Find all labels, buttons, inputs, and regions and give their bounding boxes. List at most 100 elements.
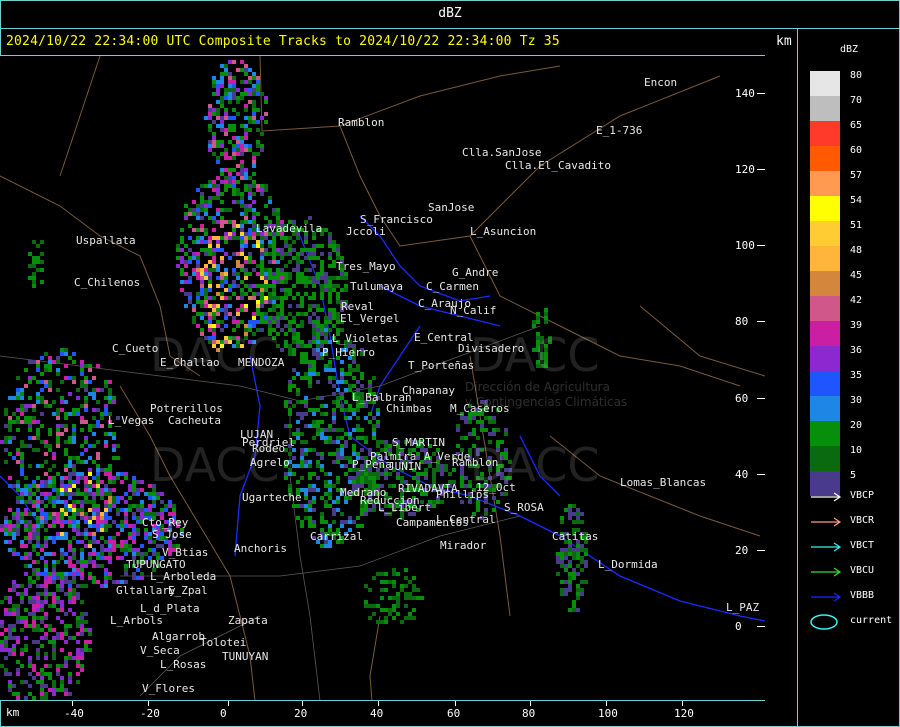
radar-cell — [284, 332, 288, 336]
radar-cell — [352, 520, 356, 524]
radar-cell — [184, 272, 188, 276]
radar-cell — [112, 456, 116, 460]
place-label: L_Dormida — [598, 558, 658, 571]
radar-canvas[interactable]: RamblonEnconE_1-736Clla.SanJoseClla.El_C… — [0, 56, 765, 701]
radar-cell — [212, 264, 216, 268]
radar-cell — [20, 488, 24, 492]
place-label: RIVADAVIA — [398, 482, 458, 495]
radar-cell — [104, 444, 108, 448]
radar-map[interactable]: Ramblon Encon E_1-736 Clla.SanJose Clla.El_C… — [0, 55, 765, 701]
radar-cell — [16, 604, 20, 608]
radar-cell — [16, 636, 20, 640]
radar-cell — [492, 420, 496, 424]
radar-cell — [200, 316, 204, 320]
radar-cell — [12, 644, 16, 648]
radar-cell — [72, 572, 76, 576]
radar-cell — [28, 488, 32, 492]
radar-cell — [284, 272, 288, 276]
radar-cell — [76, 572, 80, 576]
radar-cell — [72, 512, 76, 516]
radar-cell — [536, 312, 540, 316]
radar-cell — [492, 508, 496, 512]
radar-cell — [72, 360, 76, 364]
radar-cell — [56, 572, 60, 576]
x-tick-40: 40 — [370, 707, 384, 720]
radar-cell — [276, 208, 280, 212]
radar-cell — [560, 552, 564, 556]
radar-cell — [40, 512, 44, 516]
radar-cell — [4, 424, 8, 428]
radar-cell — [312, 332, 316, 336]
radar-cell — [104, 568, 108, 572]
radar-cell — [4, 656, 8, 660]
radar-cell — [236, 140, 240, 144]
radar-cell — [240, 320, 244, 324]
dacc-watermark: DACC — [470, 438, 600, 492]
radar-cell — [84, 628, 88, 632]
radar-cell — [8, 548, 12, 552]
radar-cell — [300, 320, 304, 324]
radar-cell — [28, 564, 32, 568]
radar-cell — [88, 632, 92, 636]
radar-cell — [428, 464, 432, 468]
radar-cell — [324, 228, 328, 232]
radar-cell — [96, 528, 100, 532]
radar-cell — [20, 472, 24, 476]
radar-cell — [232, 268, 236, 272]
radar-cell — [64, 592, 68, 596]
radar-cell — [228, 296, 232, 300]
radar-cell — [184, 216, 188, 220]
radar-cell — [312, 248, 316, 252]
radar-cell — [192, 228, 196, 232]
radar-cell — [136, 532, 140, 536]
radar-cell — [244, 172, 248, 176]
radar-cell — [244, 88, 248, 92]
radar-cell — [324, 320, 328, 324]
radar-cell — [224, 176, 228, 180]
radar-cell — [52, 496, 56, 500]
legend-swatch-65 — [810, 121, 840, 146]
radar-cell — [52, 568, 56, 572]
radar-cell — [196, 204, 200, 208]
radar-cell — [16, 428, 20, 432]
radar-cell — [112, 488, 116, 492]
radar-cell — [12, 636, 16, 640]
legend-swatch-10 — [810, 446, 840, 471]
radar-cell — [92, 376, 96, 380]
radar-cell — [44, 624, 48, 628]
radar-cell — [488, 416, 492, 420]
radar-cell — [348, 384, 352, 388]
radar-cell — [244, 92, 248, 96]
y-tick-140: 140 — [735, 87, 755, 100]
radar-cell — [216, 124, 220, 128]
radar-cell — [52, 520, 56, 524]
radar-cell — [32, 512, 36, 516]
radar-cell — [232, 80, 236, 84]
radar-cell — [256, 80, 260, 84]
radar-cell — [324, 492, 328, 496]
radar-cell — [220, 72, 224, 76]
y-tick-mark — [757, 626, 765, 627]
radar-cell — [300, 504, 304, 508]
radar-cell — [116, 500, 120, 504]
radar-cell — [260, 268, 264, 272]
radar-cell — [256, 308, 260, 312]
radar-cell — [92, 500, 96, 504]
radar-cell — [36, 464, 40, 468]
radar-cell — [468, 420, 472, 424]
radar-cell — [228, 92, 232, 96]
radar-cell — [8, 508, 12, 512]
radar-cell — [376, 604, 380, 608]
radar-cell — [260, 292, 264, 296]
radar-cell — [216, 240, 220, 244]
radar-cell — [272, 252, 276, 256]
radar-cell — [292, 240, 296, 244]
place-label: Ramblon — [338, 116, 384, 129]
radar-cell — [144, 536, 148, 540]
radar-cell — [284, 296, 288, 300]
radar-cell — [164, 508, 168, 512]
radar-cell — [12, 484, 16, 488]
radar-cell — [420, 596, 424, 600]
radar-cell — [312, 284, 316, 288]
radar-cell — [576, 520, 580, 524]
